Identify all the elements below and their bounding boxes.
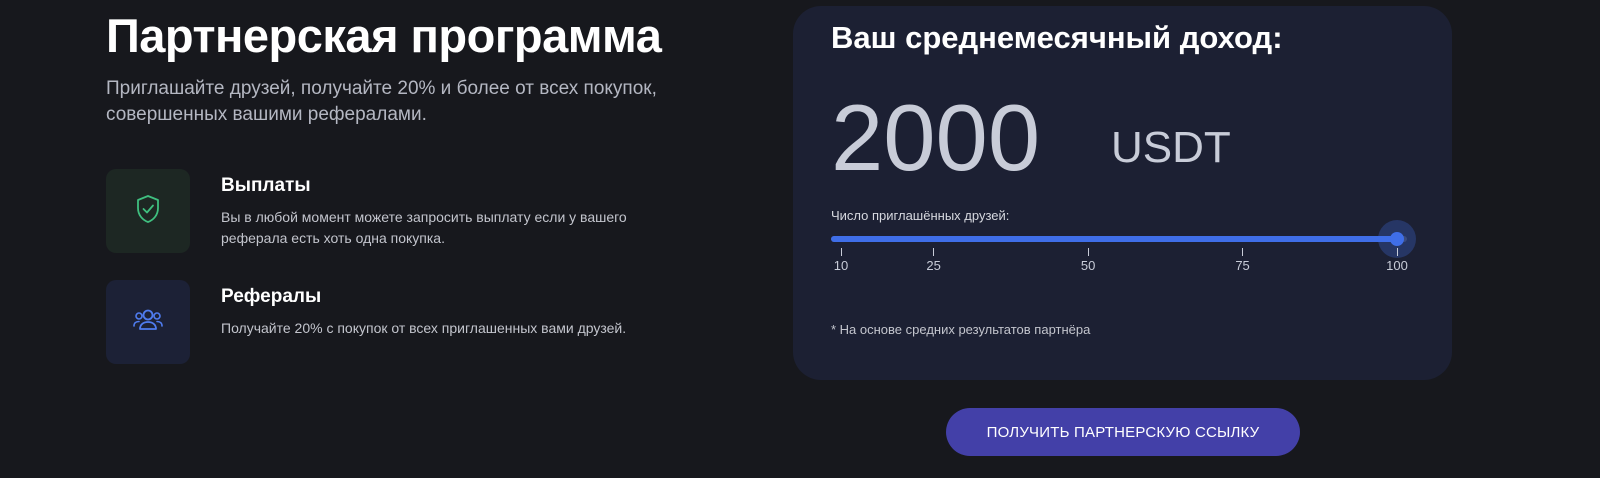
tick-label: 10 xyxy=(833,258,849,273)
feature-title: Рефералы xyxy=(221,286,322,307)
get-referral-link-button[interactable]: ПОЛУЧИТЬ ПАРТНЕРСКУЮ ССЫЛКУ xyxy=(946,408,1300,456)
slider-fill xyxy=(831,236,1397,242)
feature-icon-box xyxy=(106,280,190,364)
calculator-title: Ваш среднемесячный доход: xyxy=(831,20,1283,55)
slider-label: Число приглашённых друзей: xyxy=(831,208,1010,223)
income-calculator-card: Ваш среднемесячный доход: 2000 USDT Числ… xyxy=(793,6,1452,380)
page-title: Партнерская программа xyxy=(106,9,662,62)
tick-label: 100 xyxy=(1386,258,1408,273)
tick-mark xyxy=(840,248,842,256)
feature-description: Получайте 20% с покупок от всех приглаше… xyxy=(221,320,627,336)
income-currency: USDT xyxy=(1111,123,1231,172)
footnote: * На основе средних результатов партнёра xyxy=(831,322,1091,337)
tick-label: 25 xyxy=(926,258,941,273)
referral-page: Партнерская программа Приглашайте друзей… xyxy=(0,0,1600,478)
tick-mark xyxy=(1242,248,1244,256)
slider-tick: 25 xyxy=(914,248,954,273)
feature-title: Выплаты xyxy=(221,175,311,196)
slider-tick: 50 xyxy=(1068,248,1108,273)
page-subtitle: Приглашайте друзей, получайте 20% и боле… xyxy=(106,78,657,125)
feature-description: Вы в любой момент можете запросить выпла… xyxy=(221,209,627,246)
slider-tick: 10 xyxy=(821,248,861,273)
slider-tick: 75 xyxy=(1223,248,1263,273)
tick-mark xyxy=(1087,248,1089,256)
income-amount: 2000 xyxy=(831,85,1041,190)
slider-ticks: 10 25 50 75 100 xyxy=(831,248,1408,278)
tick-mark xyxy=(933,248,935,256)
tick-label: 75 xyxy=(1235,258,1250,273)
users-icon xyxy=(132,306,164,339)
slider-thumb[interactable] xyxy=(1390,232,1404,246)
feature-icon-box xyxy=(106,169,190,253)
feature-payouts: Выплаты Вы в любой момент можете запроси… xyxy=(106,169,706,255)
friends-slider[interactable] xyxy=(831,220,1416,258)
tick-label: 50 xyxy=(1080,258,1096,273)
slider-tick: 100 xyxy=(1377,248,1417,273)
feature-referrals: Рефералы Получайте 20% с покупок от всех… xyxy=(106,280,706,366)
tick-mark xyxy=(1396,248,1398,256)
shield-check-icon xyxy=(135,194,161,229)
